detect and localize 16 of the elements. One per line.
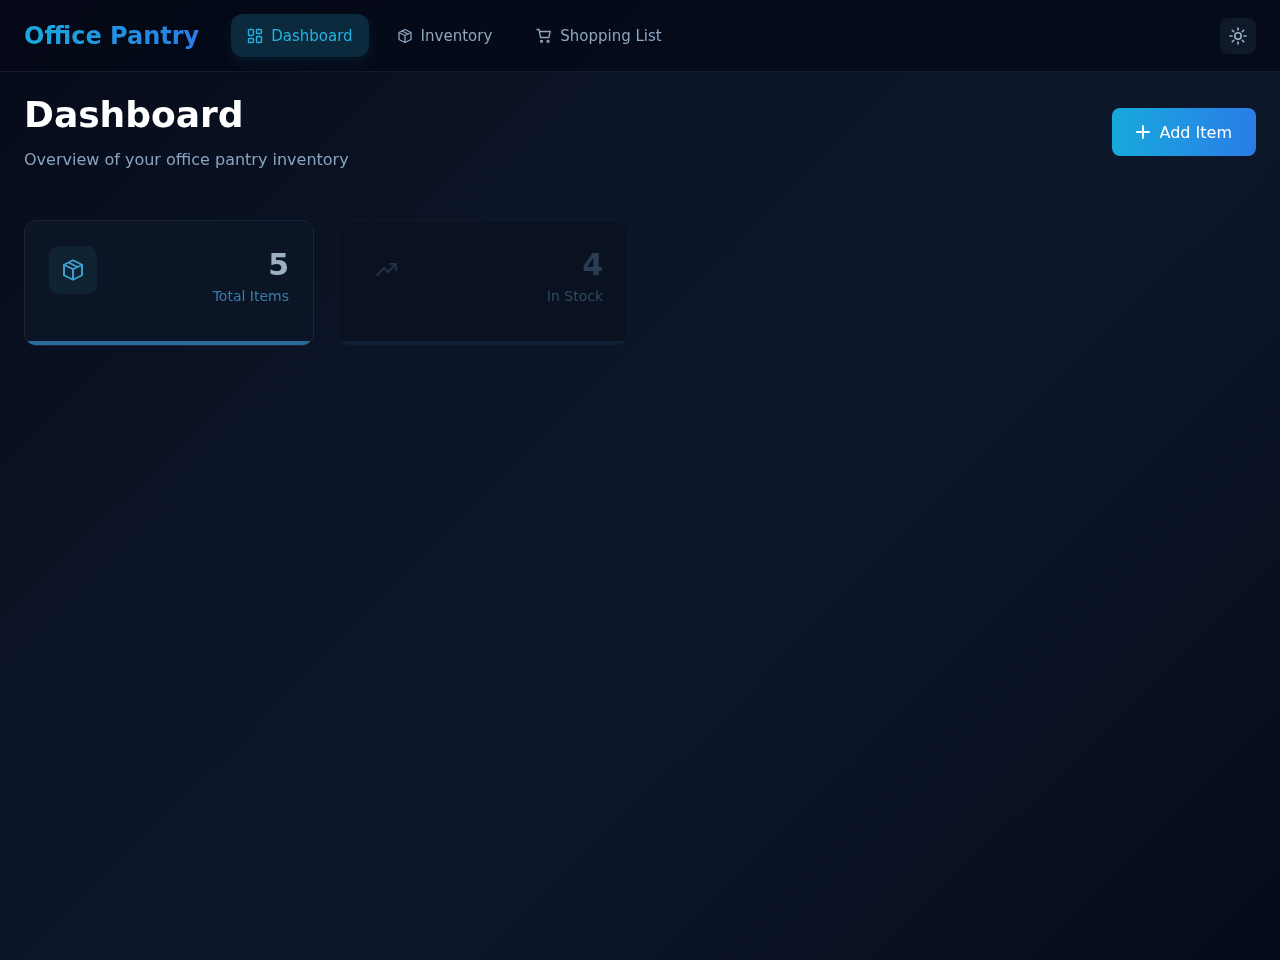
stat-value: 5 xyxy=(267,248,289,282)
sun-icon xyxy=(1229,26,1247,45)
box-icon xyxy=(396,27,413,44)
page-subtitle: Overview of your office pantry inventory xyxy=(24,150,349,169)
grid-icon xyxy=(247,27,264,44)
nav-tab[interactable]: Dashboard xyxy=(231,14,369,57)
stat-label: Total Items xyxy=(212,288,289,304)
add-item-button[interactable]: Add Item xyxy=(1111,108,1256,156)
box-icon xyxy=(61,258,85,282)
stat-label: In Stock xyxy=(546,288,603,304)
nav-tab[interactable]: Shopping List xyxy=(520,14,678,57)
page-title: Dashboard xyxy=(24,94,245,136)
cart-icon xyxy=(536,27,553,44)
nav-tab[interactable]: Inventory xyxy=(380,14,509,57)
theme-toggle-button[interactable] xyxy=(1220,17,1256,54)
plus-icon xyxy=(1135,125,1150,139)
